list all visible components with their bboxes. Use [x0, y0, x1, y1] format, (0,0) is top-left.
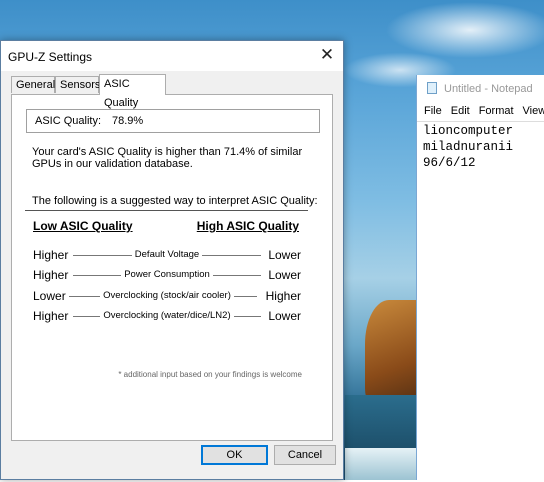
notepad-window[interactable]: Untitled - Notepad File Edit Format View li…: [416, 75, 544, 480]
row-metric: Default Voltage: [33, 249, 301, 261]
tab-general[interactable]: General: [11, 76, 55, 93]
row-high-value: Lower: [268, 268, 301, 282]
tab-asic-quality[interactable]: ASIC Quality: [99, 74, 166, 109]
cancel-button[interactable]: Cancel: [274, 445, 336, 465]
interpretation-row: Higher Overclocking (water/dice/LN2) Low…: [33, 309, 301, 323]
sea-foam: [345, 448, 420, 480]
high-asic-header: High ASIC Quality: [196, 219, 299, 233]
gpuz-settings-dialog: GPU-Z Settings ✕ General Sensors ASIC Qu…: [0, 40, 344, 480]
row-high-value: Higher: [265, 289, 301, 303]
menu-file[interactable]: File: [424, 105, 442, 117]
divider: [25, 210, 308, 211]
text-line: lioncomputer: [423, 124, 514, 138]
notepad-title: Untitled - Notepad: [444, 83, 533, 95]
row-metric: Overclocking (water/dice/LN2): [33, 310, 301, 322]
dialog-titlebar[interactable]: GPU-Z Settings ✕: [1, 41, 343, 71]
interpretation-row: Higher Default Voltage Lower: [33, 248, 301, 262]
asic-quality-value: 78.9%: [112, 115, 144, 127]
notepad-icon: [427, 82, 437, 94]
text-line: miladnuranii: [423, 140, 514, 154]
menu-edit[interactable]: Edit: [451, 105, 470, 117]
menu-view[interactable]: View: [523, 105, 544, 117]
interpretation-intro: The following is a suggested way to inte…: [32, 195, 318, 207]
asic-quality-label: ASIC Quality:: [35, 115, 102, 127]
ok-button[interactable]: OK: [201, 445, 268, 465]
row-high-value: Lower: [268, 248, 301, 262]
row-metric: Overclocking (stock/air cooler): [33, 290, 301, 302]
dialog-title: GPU-Z Settings: [8, 50, 93, 64]
asic-quality-panel: ASIC Quality: 78.9% Your card's ASIC Qua…: [11, 94, 333, 441]
row-high-value: Lower: [268, 309, 301, 323]
notepad-menubar: File Edit Format View: [424, 105, 544, 117]
interpretation-row: Higher Power Consumption Lower: [33, 268, 301, 282]
notepad-titlebar[interactable]: Untitled - Notepad: [417, 75, 544, 101]
asic-quality-box: ASIC Quality: 78.9%: [26, 109, 320, 133]
menu-format[interactable]: Format: [479, 105, 514, 117]
asic-description: Your card's ASIC Quality is higher than …: [32, 146, 303, 170]
notepad-text-area[interactable]: lioncomputer miladnuranii 96/6/12: [417, 121, 544, 482]
close-icon[interactable]: ✕: [319, 46, 335, 64]
low-asic-header: Low ASIC Quality: [33, 219, 133, 233]
interpretation-row: Lower Overclocking (stock/air cooler) Hi…: [33, 289, 301, 303]
row-metric: Power Consumption: [33, 269, 301, 281]
text-line: 96/6/12: [423, 156, 476, 170]
feedback-note: * additional input based on your finding…: [118, 370, 302, 379]
tab-sensors[interactable]: Sensors: [55, 76, 100, 93]
